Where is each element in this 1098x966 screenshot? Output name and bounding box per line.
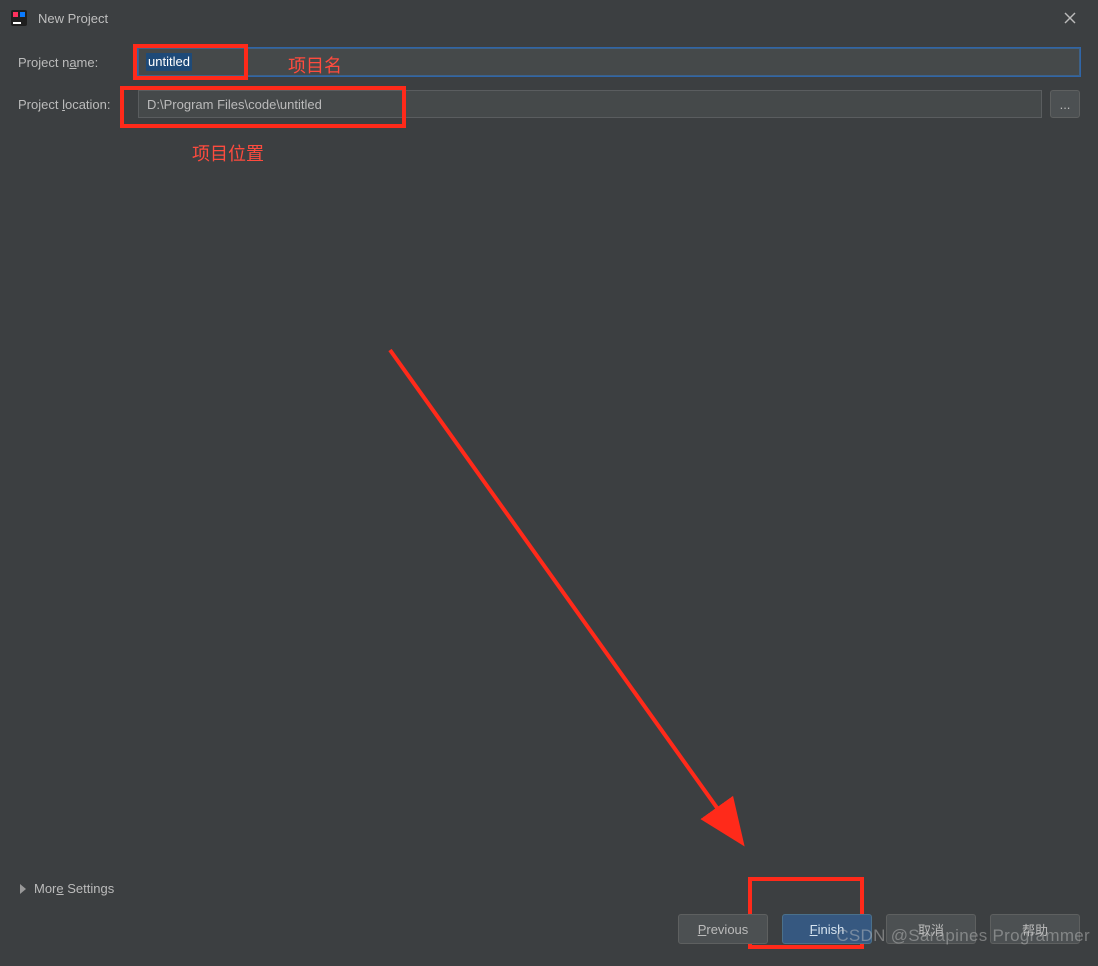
project-location-input[interactable] — [138, 90, 1042, 118]
project-location-input-wrap — [138, 90, 1042, 118]
project-name-input[interactable] — [138, 48, 1080, 76]
close-icon — [1064, 12, 1076, 24]
help-button[interactable]: 帮助 — [990, 914, 1080, 944]
window-title: New Project — [38, 11, 108, 26]
finish-button[interactable]: Finish — [782, 914, 872, 944]
project-location-row: Project location: ... — [18, 90, 1080, 118]
browse-button[interactable]: ... — [1050, 90, 1080, 118]
intellij-icon — [10, 9, 28, 27]
annotation-location-text: 项目位置 — [192, 140, 264, 166]
project-location-label: Project location: — [18, 97, 138, 112]
project-name-label: Project name: — [18, 55, 138, 70]
button-bar: Previous Finish 取消 帮助 — [678, 914, 1080, 944]
title-bar: New Project — [0, 0, 1098, 36]
chevron-right-icon — [20, 884, 26, 894]
more-settings-toggle[interactable]: More Settings — [20, 881, 114, 896]
project-name-input-wrap: untitled — [138, 48, 1080, 76]
cancel-button[interactable]: 取消 — [886, 914, 976, 944]
previous-button[interactable]: Previous — [678, 914, 768, 944]
form-area: Project name: untitled Project location:… — [0, 36, 1098, 118]
annotation-arrow — [380, 340, 780, 900]
close-button[interactable] — [1052, 0, 1088, 36]
ellipsis-icon: ... — [1060, 97, 1071, 112]
project-name-row: Project name: untitled — [18, 48, 1080, 76]
